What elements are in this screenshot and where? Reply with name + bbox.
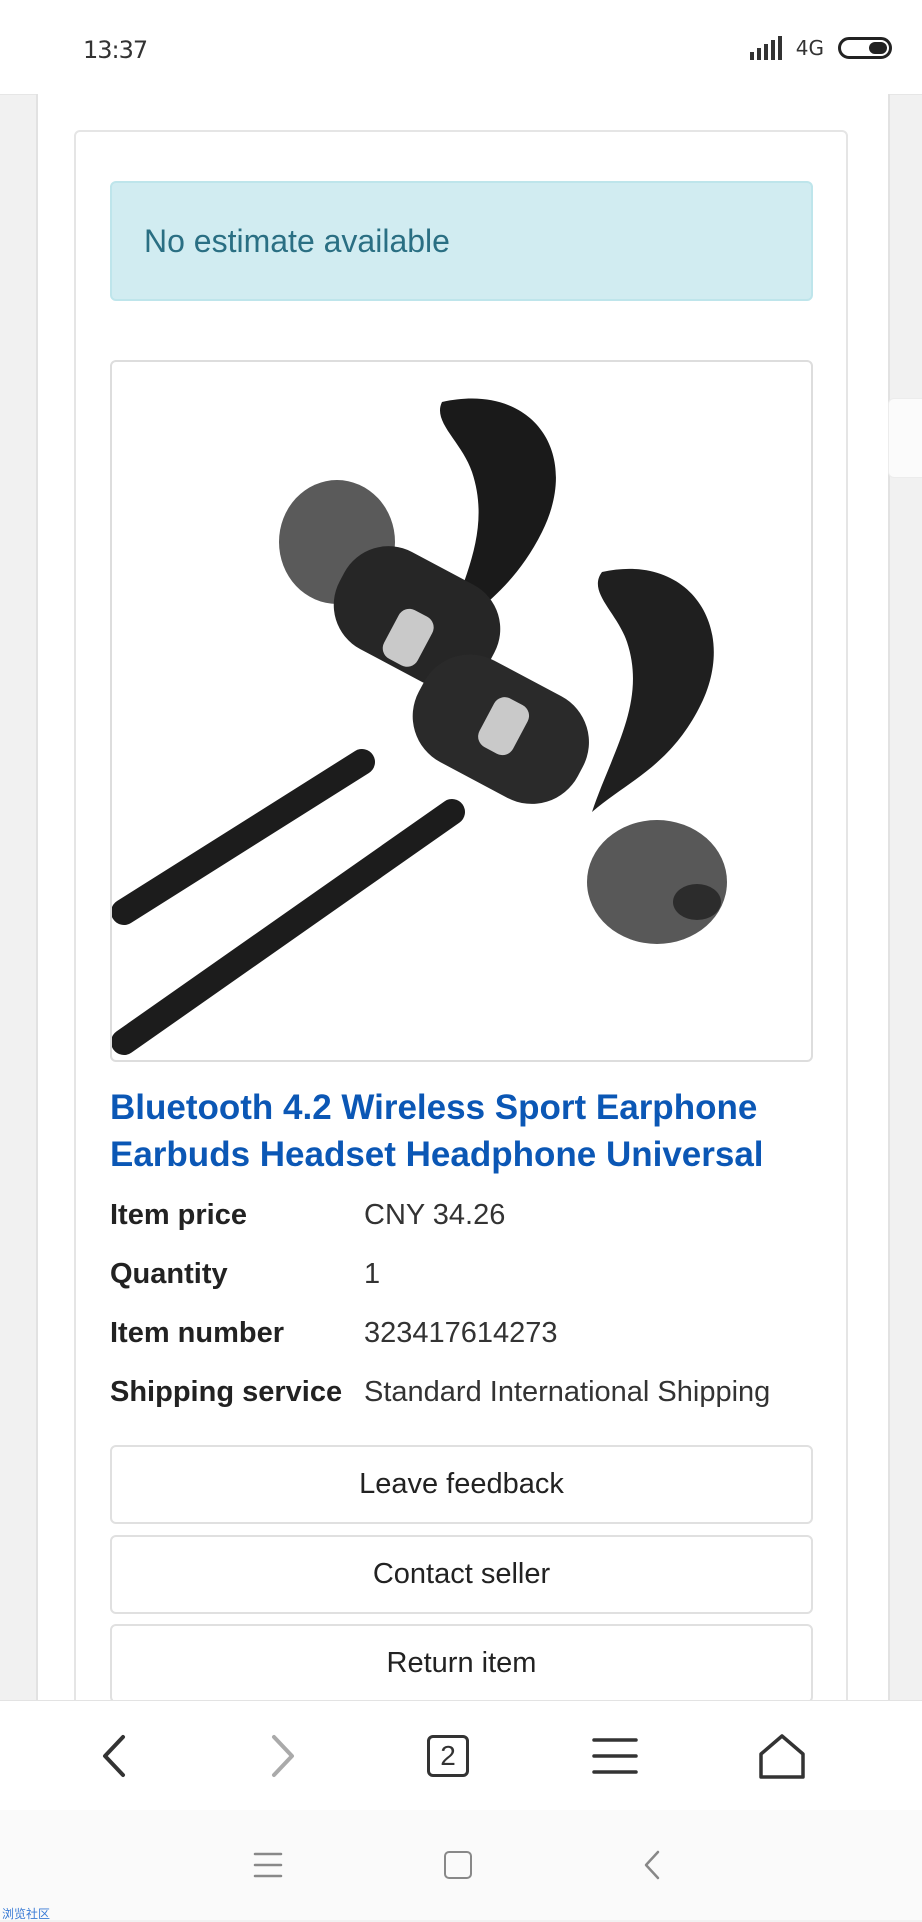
- estimate-alert: No estimate available: [110, 181, 813, 301]
- corner-label: 浏览社区: [2, 1907, 51, 1921]
- browser-toolbar: 2: [0, 1700, 922, 1811]
- earphones-image: [112, 398, 727, 1055]
- detail-row-price: Item price CNY 34.26: [110, 1190, 830, 1249]
- detail-value: 1: [364, 1258, 381, 1290]
- clock-time: 13:37: [83, 36, 148, 64]
- product-image[interactable]: [110, 360, 813, 1062]
- tabs-icon: 2: [427, 1734, 469, 1777]
- status-icons: 4G: [749, 36, 892, 60]
- side-drawer-handle[interactable]: [888, 398, 922, 478]
- product-title[interactable]: Bluetooth 4.2 Wireless Sport Earphone Ea…: [110, 1084, 830, 1178]
- detail-row-shipping: Shipping service Standard International …: [110, 1367, 830, 1426]
- recents-icon: [253, 1852, 283, 1878]
- detail-row-quantity: Quantity 1: [110, 1249, 830, 1308]
- forward-button[interactable]: [222, 1701, 342, 1810]
- back-chevron-icon: [644, 1850, 660, 1880]
- home-square-icon: [444, 1851, 472, 1879]
- leave-feedback-button[interactable]: Leave feedback: [110, 1445, 813, 1524]
- detail-value: CNY 34.26: [364, 1199, 506, 1231]
- forward-icon: [272, 1734, 294, 1777]
- detail-value: 323417614273: [364, 1317, 558, 1349]
- home-button[interactable]: [722, 1701, 842, 1810]
- return-item-button[interactable]: Return item: [110, 1624, 813, 1703]
- back-icon: [103, 1734, 125, 1777]
- detail-label: Item price: [110, 1199, 247, 1231]
- signal-icon: [749, 36, 782, 60]
- contact-seller-button[interactable]: Contact seller: [110, 1535, 813, 1614]
- tab-count: 2: [440, 1739, 456, 1771]
- detail-value: Standard International Shipping: [364, 1376, 771, 1408]
- system-home-button[interactable]: [408, 1810, 508, 1920]
- system-nav-bar: [0, 1810, 922, 1920]
- detail-row-item-number: Item number 323417614273: [110, 1308, 830, 1367]
- detail-label: Item number: [110, 1317, 285, 1349]
- recents-button[interactable]: [218, 1810, 318, 1920]
- home-icon: [759, 1733, 805, 1779]
- back-button[interactable]: [55, 1701, 175, 1810]
- order-details: Item price CNY 34.26 Quantity 1 Item num…: [110, 1190, 830, 1426]
- battery-icon: [838, 37, 892, 59]
- tabs-button[interactable]: 2: [388, 1701, 508, 1810]
- network-type: 4G: [795, 36, 824, 60]
- menu-button[interactable]: [555, 1701, 675, 1810]
- system-back-button[interactable]: [602, 1810, 702, 1920]
- menu-icon: [592, 1737, 638, 1774]
- status-bar: 13:37 4G: [0, 0, 922, 95]
- detail-label: Shipping service: [110, 1376, 343, 1408]
- detail-label: Quantity: [110, 1258, 228, 1290]
